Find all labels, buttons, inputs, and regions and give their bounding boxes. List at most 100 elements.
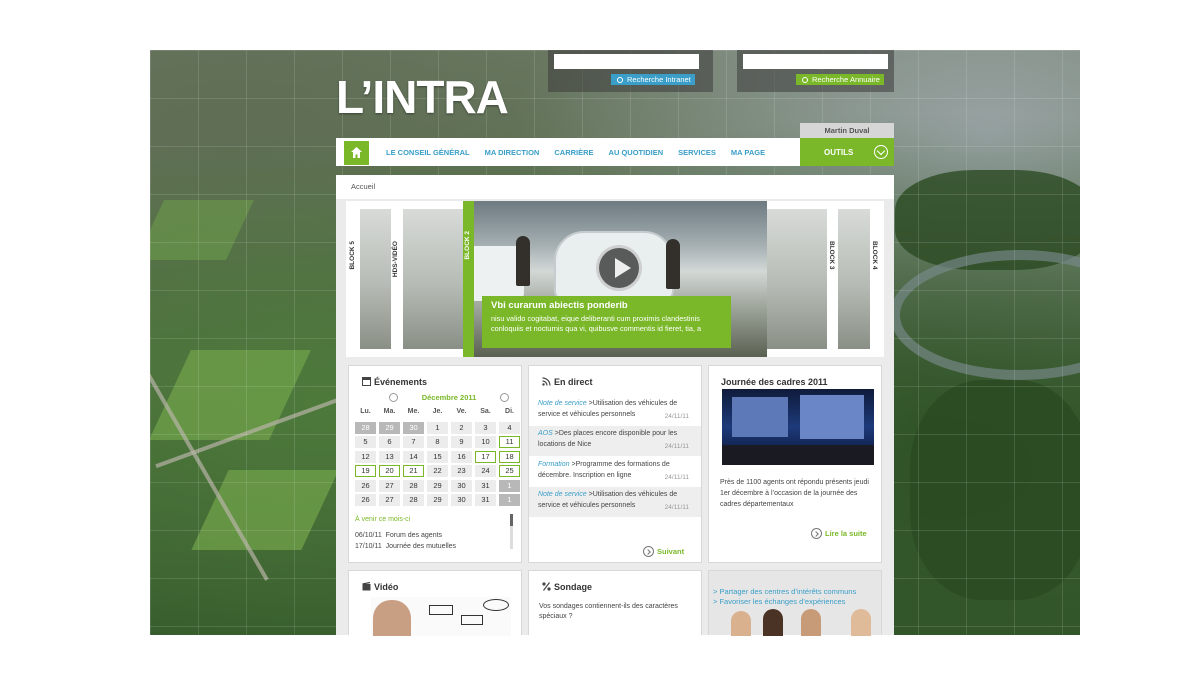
calendar-day-event[interactable]: 25	[499, 465, 520, 477]
next-link[interactable]: Suivant	[643, 546, 684, 557]
cadres-photo[interactable]	[722, 389, 874, 465]
calendar-day[interactable]: 12	[355, 450, 376, 463]
play-icon[interactable]	[596, 245, 642, 291]
calendar-day[interactable]: 1	[499, 479, 520, 492]
screen-shape	[800, 395, 864, 439]
calendar-day[interactable]: 13	[379, 450, 400, 463]
calendar-day[interactable]: 29	[427, 494, 448, 506]
intranet-search-button[interactable]: Recherche Intranet	[611, 74, 695, 85]
arrow-right-icon	[643, 546, 654, 557]
film-icon	[362, 582, 371, 591]
calendar-day[interactable]: 16	[451, 450, 472, 463]
calendar-day[interactable]: 27	[379, 479, 400, 492]
news-item[interactable]: AOS >Des places encore disponible pour l…	[529, 426, 701, 456]
upcoming-scrollbar[interactable]	[510, 514, 513, 549]
calendar-day[interactable]: 29	[427, 479, 448, 492]
calendar-day[interactable]: 9	[451, 436, 472, 448]
directory-search-button[interactable]: Recherche Annuaire	[796, 74, 884, 85]
calendar-day[interactable]: 8	[427, 436, 448, 448]
news-item[interactable]: Note de service >Utilisation des véhicul…	[529, 396, 701, 426]
slide-block4[interactable]	[838, 209, 870, 349]
calendar-day[interactable]: 28	[403, 494, 424, 506]
calendar-day[interactable]: 27	[379, 494, 400, 506]
user-name[interactable]: Martin Duval	[800, 123, 894, 138]
breadcrumb[interactable]: Accueil	[336, 175, 894, 199]
nav-item-au-quotidien[interactable]: AU QUOTIDIEN	[609, 148, 664, 157]
weekday-label: Sa.	[480, 408, 491, 415]
video-widget: Vidéo	[348, 570, 522, 636]
calendar-day[interactable]: 29	[379, 421, 400, 434]
calendar-day-event[interactable]: 17	[475, 450, 496, 463]
weekday-label: Ma.	[383, 408, 396, 415]
upcoming-item[interactable]: 06/10/11 Forum des agents	[355, 532, 442, 539]
weekday-label: Je.	[432, 408, 443, 415]
calendar-day-event[interactable]: 11	[499, 436, 520, 448]
slide-block5[interactable]	[360, 209, 392, 349]
calendar-day[interactable]: 26	[355, 479, 376, 492]
main-nav: LE CONSEIL GÉNÉRAL MA DIRECTION CARRIÈRE…	[336, 138, 894, 166]
carousel: BLOCK 5 HDS-VIDÉO BLOCK 2 Vbi curarum ab…	[346, 201, 884, 357]
next-month-icon[interactable]	[500, 393, 509, 402]
events-widget: Événements Décembre 2011 Lu. Ma. Me. Je.…	[348, 365, 522, 563]
carousel-tab-hds-video[interactable]: HDS-VIDÉO	[391, 201, 403, 351]
weekday-label: Me.	[407, 408, 420, 415]
calendar-day-event[interactable]: 21	[403, 465, 424, 477]
carousel-tab-block2[interactable]: BLOCK 2	[463, 201, 474, 357]
carousel-tab-block4[interactable]: BLOCK 4	[870, 201, 882, 351]
carousel-tab-block5[interactable]: BLOCK 5	[348, 201, 360, 351]
share-text[interactable]: > Partager des centres d’intérêts commun…	[713, 587, 856, 607]
news-item[interactable]: Formation >Programme des formations de d…	[529, 457, 701, 487]
intranet-search-input[interactable]	[554, 54, 699, 69]
calendar-day[interactable]: 24	[475, 465, 496, 477]
calendar-day[interactable]: 23	[451, 465, 472, 477]
read-more-link[interactable]: Lire la suite	[811, 528, 867, 539]
calendar-day[interactable]: 31	[475, 494, 496, 506]
weekday-label: Ve.	[456, 408, 467, 415]
calendar-day[interactable]: 2	[451, 421, 472, 434]
calendar-day[interactable]: 30	[403, 421, 424, 434]
calendar-day[interactable]: 22	[427, 465, 448, 477]
directory-search-input[interactable]	[743, 54, 888, 69]
calendar-day[interactable]: 28	[403, 479, 424, 492]
nav-item-conseil-general[interactable]: LE CONSEIL GÉNÉRAL	[386, 148, 470, 157]
diagram-shape	[461, 615, 483, 625]
calendar-day[interactable]: 30	[451, 494, 472, 506]
nav-item-ma-direction[interactable]: MA DIRECTION	[485, 148, 540, 157]
calendar-day[interactable]: 15	[427, 450, 448, 463]
calendar-day-event[interactable]: 19	[355, 465, 376, 477]
calendar-day[interactable]: 5	[355, 436, 376, 448]
calendar-day[interactable]: 7	[403, 436, 424, 448]
tools-button[interactable]: OUTILS	[800, 138, 894, 166]
calendar-day[interactable]: 31	[475, 479, 496, 492]
slide-hds-video[interactable]	[403, 209, 463, 349]
calendar-day[interactable]: 26	[355, 494, 376, 506]
nav-item-ma-page[interactable]: MA PAGE	[731, 148, 765, 157]
slide-block3[interactable]	[767, 209, 827, 349]
video-thumbnail[interactable]	[371, 597, 511, 636]
video-title: Vidéo	[374, 582, 399, 592]
prev-month-icon[interactable]	[389, 393, 398, 402]
calendar-month-nav: Décembre 2011	[389, 393, 509, 402]
calendar-day[interactable]: 30	[451, 479, 472, 492]
calendar-day[interactable]: 3	[475, 421, 496, 434]
site-logo[interactable]: L’INTRA	[336, 70, 509, 124]
nav-item-carriere[interactable]: CARRIÈRE	[554, 148, 593, 157]
diagram-shape	[429, 605, 453, 615]
upcoming-item[interactable]: 17/10/11 Journée des mutuelles	[355, 543, 456, 550]
poll-question: Vos sondages contiennent-ils des caractè…	[539, 603, 678, 620]
person-shape	[731, 611, 751, 636]
nav-item-services[interactable]: SERVICES	[678, 148, 716, 157]
news-item[interactable]: Note de service >Utilisation des véhicul…	[529, 487, 701, 517]
calendar-day[interactable]: 28	[355, 421, 376, 434]
calendar-day[interactable]: 1	[427, 421, 448, 434]
calendar-day[interactable]: 14	[403, 450, 424, 463]
calendar-day-event[interactable]: 18	[499, 450, 520, 463]
search-icon	[617, 77, 623, 83]
calendar-day[interactable]: 1	[499, 494, 520, 506]
calendar-day[interactable]: 10	[475, 436, 496, 448]
calendar-day[interactable]: 4	[499, 421, 520, 434]
slide-caption[interactable]: Vbi curarum abiectis ponderib nisu valid…	[482, 296, 731, 348]
calendar-day[interactable]: 6	[379, 436, 400, 448]
home-button[interactable]	[344, 141, 369, 165]
calendar-day-event[interactable]: 20	[379, 465, 400, 477]
